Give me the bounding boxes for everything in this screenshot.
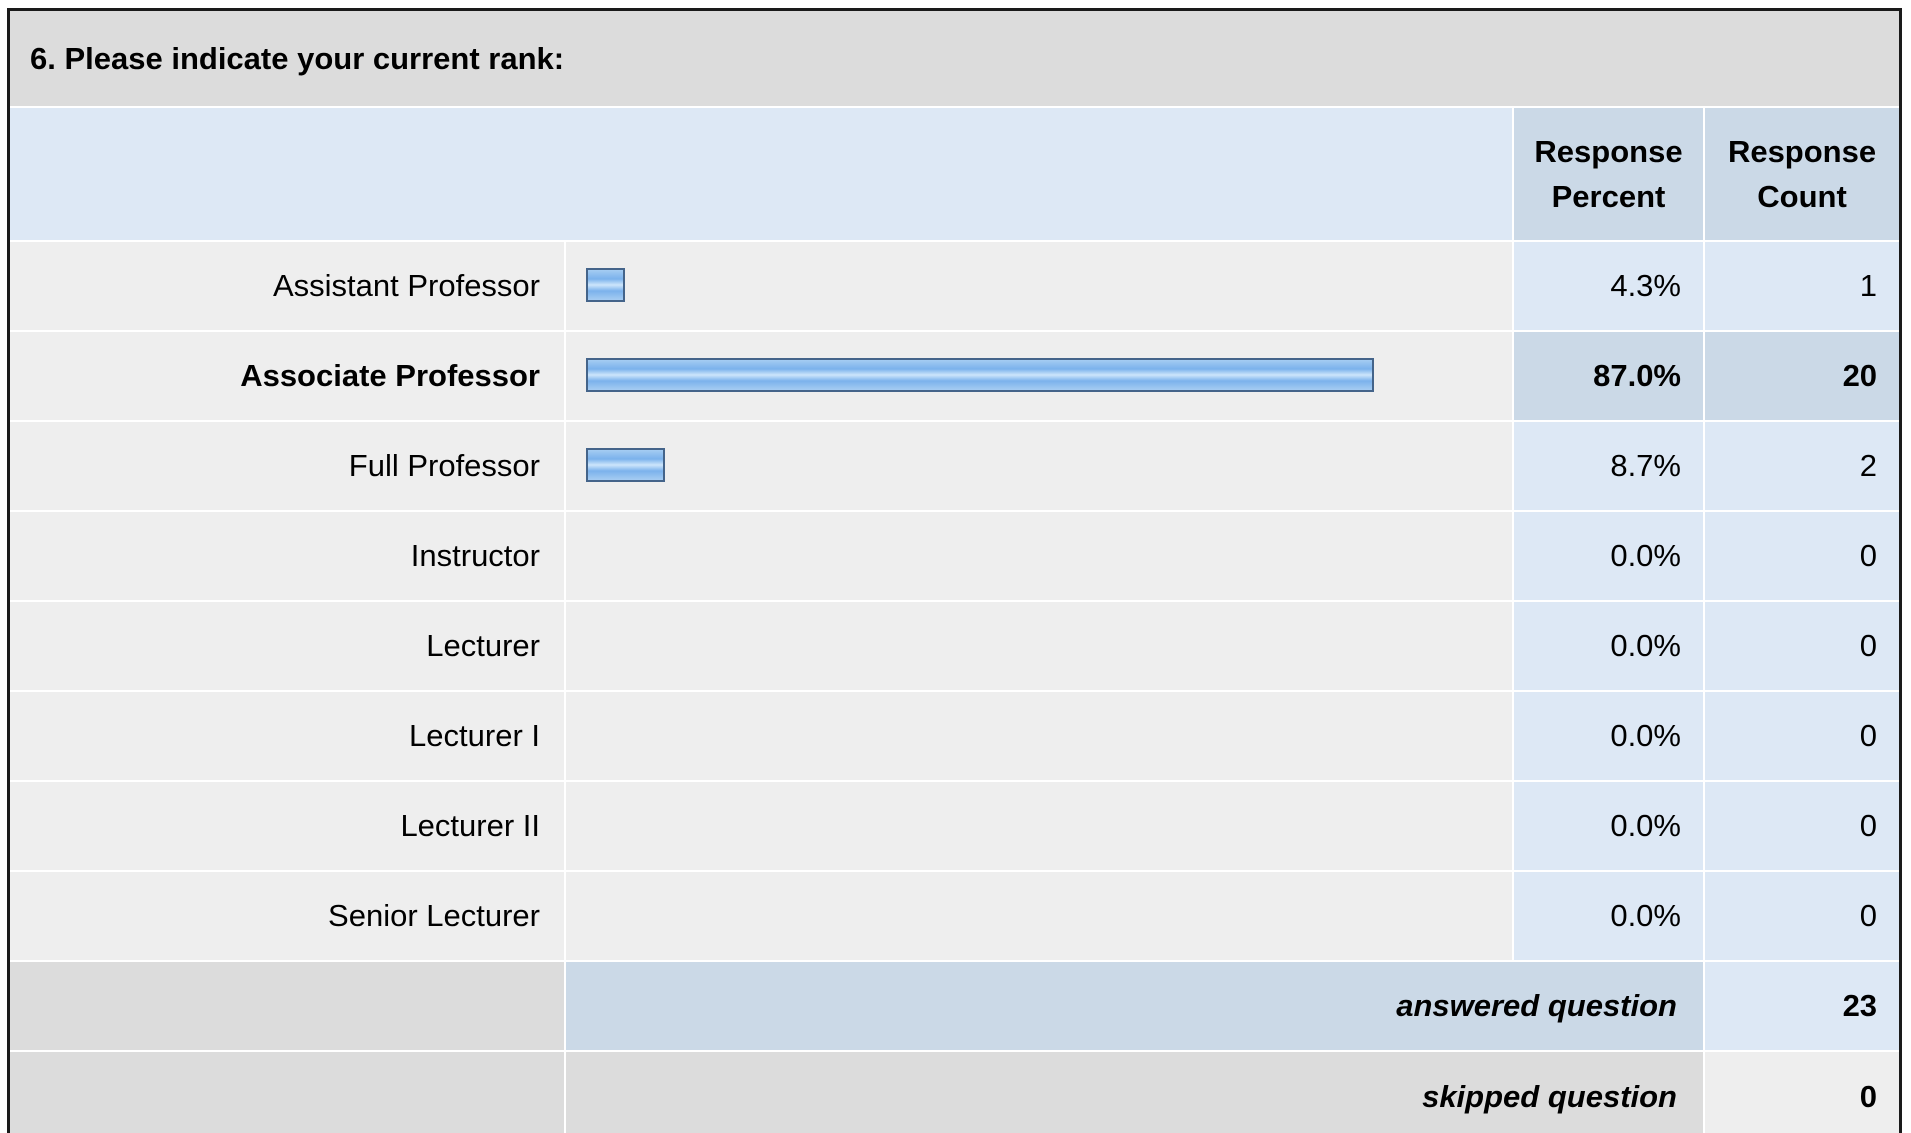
response-bar [586, 268, 625, 302]
answer-row: Assistant Professor 4.3% 1 [10, 240, 1899, 331]
response-percent: 4.3% [1512, 240, 1704, 331]
bar-cell [564, 330, 1513, 421]
answer-label: Instructor [10, 510, 565, 601]
survey-question-panel: 6. Please indicate your current rank: Re… [7, 8, 1902, 1133]
bar-track [586, 357, 1492, 395]
bar-track [586, 627, 1492, 665]
summary-blank [10, 1050, 565, 1133]
answer-row: Lecturer I 0.0% 0 [10, 690, 1899, 781]
response-percent: 87.0% [1512, 330, 1704, 421]
bar-track [586, 447, 1492, 485]
response-count-header-line1: Response [1727, 134, 1877, 169]
answer-row: Full Professor 8.7% 2 [10, 420, 1899, 511]
bar-track [586, 537, 1492, 575]
answered-question-count: 23 [1702, 960, 1899, 1051]
answered-question-label: answered question [564, 960, 1704, 1051]
response-percent: 0.0% [1512, 600, 1704, 691]
bar-cell [564, 510, 1513, 601]
answered-question-row: answered question 23 [10, 960, 1899, 1051]
bar-cell [564, 600, 1513, 691]
answer-label: Lecturer [10, 600, 565, 691]
response-percent: 8.7% [1512, 420, 1704, 511]
summary-blank [10, 960, 565, 1051]
response-count: 0 [1702, 510, 1899, 601]
response-count-header: Response Count [1702, 106, 1899, 241]
response-table: 6. Please indicate your current rank: Re… [10, 11, 1899, 1133]
answer-row: Lecturer II 0.0% 0 [10, 780, 1899, 871]
bar-cell [564, 690, 1513, 781]
header-blank [10, 106, 1513, 241]
response-count: 0 [1702, 600, 1899, 691]
response-count: 0 [1702, 870, 1899, 961]
question-title-row: 6. Please indicate your current rank: [10, 11, 1899, 107]
bar-track [586, 717, 1492, 755]
response-percent-header-line2: Percent [1551, 179, 1666, 214]
bar-track [586, 807, 1492, 845]
response-percent: 0.0% [1512, 690, 1704, 781]
bar-cell [564, 420, 1513, 511]
response-count: 1 [1702, 240, 1899, 331]
question-title: 6. Please indicate your current rank: [10, 11, 1899, 107]
answer-label: Associate Professor [10, 330, 565, 421]
response-percent: 0.0% [1512, 510, 1704, 601]
response-count: 20 [1702, 330, 1899, 421]
response-percent: 0.0% [1512, 870, 1704, 961]
response-count: 0 [1702, 780, 1899, 871]
response-bar [586, 358, 1375, 392]
bar-cell [564, 240, 1513, 331]
bar-cell [564, 780, 1513, 871]
bar-cell [564, 870, 1513, 961]
response-percent: 0.0% [1512, 780, 1704, 871]
response-count: 2 [1702, 420, 1899, 511]
answer-row: Lecturer 0.0% 0 [10, 600, 1899, 691]
response-bar [586, 448, 665, 482]
answer-label: Full Professor [10, 420, 565, 511]
answer-label: Assistant Professor [10, 240, 565, 331]
response-percent-header-line1: Response [1534, 134, 1683, 169]
skipped-question-count: 0 [1702, 1050, 1899, 1133]
answer-label: Lecturer I [10, 690, 565, 781]
response-percent-header: Response Percent [1512, 106, 1704, 241]
column-header-row: Response Percent Response Count [10, 106, 1899, 241]
response-count: 0 [1702, 690, 1899, 781]
answer-row: Instructor 0.0% 0 [10, 510, 1899, 601]
bar-track [586, 267, 1492, 305]
response-count-header-line2: Count [1757, 179, 1847, 214]
answer-label: Lecturer II [10, 780, 565, 871]
skipped-question-row: skipped question 0 [10, 1050, 1899, 1133]
answer-row: Senior Lecturer 0.0% 0 [10, 870, 1899, 961]
bar-track [586, 897, 1492, 935]
answer-label: Senior Lecturer [10, 870, 565, 961]
answer-row: Associate Professor 87.0% 20 [10, 330, 1899, 421]
skipped-question-label: skipped question [564, 1050, 1704, 1133]
